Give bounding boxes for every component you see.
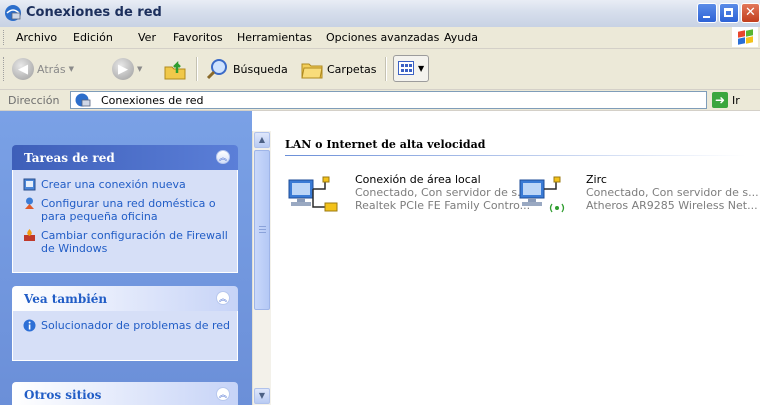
connection-device: Realtek PCIe FE Family Contro...: [355, 199, 531, 212]
forward-dropdown-icon[interactable]: ▼: [137, 65, 142, 73]
collapse-chevron-icon[interactable]: ︽: [216, 150, 230, 164]
maximize-button[interactable]: [719, 3, 739, 23]
connection-item[interactable]: Conexión de área local Conectado, Con se…: [285, 172, 530, 220]
group-divider: [285, 155, 745, 156]
scroll-down-icon[interactable]: ▼: [254, 388, 270, 404]
connection-item[interactable]: Zirc Conectado, Con servidor de s... Ath…: [516, 172, 759, 220]
go-button[interactable]: Ir: [732, 94, 740, 107]
other-places-panel: Otros sitios ︽: [12, 382, 238, 405]
menu-ayuda[interactable]: Ayuda: [444, 31, 478, 44]
new-connection-icon: [23, 178, 36, 191]
group-header: LAN o Internet de alta velocidad: [285, 138, 486, 151]
wireless-connection-icon: [519, 176, 565, 213]
task-create-connection[interactable]: Crear una conexión nueva: [23, 178, 231, 191]
menu-opciones-avanzadas[interactable]: Opciones avanzadas: [326, 31, 439, 44]
folders-label: Carpetas: [327, 62, 377, 76]
connection-name: Conexión de área local: [355, 173, 481, 186]
see-also-title: Vea también: [24, 292, 108, 306]
collapse-chevron-icon[interactable]: ︽: [216, 387, 230, 401]
see-also-header[interactable]: Vea también ︽: [12, 286, 238, 311]
menu-bar: Archivo Edición Ver Favoritos Herramient…: [0, 27, 760, 49]
network-connections-icon: [75, 93, 91, 107]
other-places-header[interactable]: Otros sitios ︽: [12, 382, 238, 405]
other-places-title: Otros sitios: [24, 388, 102, 402]
menu-edicion[interactable]: Edición: [73, 31, 113, 44]
address-bar: Dirección Conexiones de red ▼ ➜ Ir: [0, 90, 760, 111]
minimize-icon: [703, 16, 710, 18]
up-folder-button[interactable]: [163, 56, 187, 82]
up-folder-icon: [164, 60, 186, 80]
task-firewall-settings-label: Cambiar configuración de Firewall de Win…: [41, 229, 228, 255]
network-tasks-title: Tareas de red: [24, 151, 115, 165]
toolbar: ◀ Atrás ▼ ▶ ▼ Búsqueda Carpetas ▼: [0, 49, 760, 90]
connection-status: Conectado, Con servidor de s...: [586, 186, 759, 199]
go-arrow-icon[interactable]: ➜: [712, 92, 728, 108]
windows-logo-icon: [732, 27, 758, 47]
network-tasks-body: Crear una conexión nueva Configurar una …: [12, 170, 238, 273]
task-firewall-settings[interactable]: Cambiar configuración de Firewall de Win…: [23, 229, 231, 255]
network-tasks-header[interactable]: Tareas de red ︽: [12, 145, 238, 170]
menu-herramientas[interactable]: Herramientas: [237, 31, 312, 44]
maximize-icon: [724, 8, 733, 17]
folders-button[interactable]: Carpetas: [300, 56, 376, 82]
task-troubleshooter-label: Solucionador de problemas de red: [41, 319, 231, 332]
address-value: Conexiones de red: [101, 94, 204, 107]
search-icon: [206, 59, 227, 80]
views-button[interactable]: ▼: [393, 55, 429, 82]
task-setup-home-network[interactable]: Configurar una red doméstica o para pequ…: [23, 197, 231, 223]
connection-device: Atheros AR9285 Wireless Net...: [586, 199, 758, 212]
connection-status: Conectado, Con servidor de s...: [355, 186, 528, 199]
collapse-chevron-icon[interactable]: ︽: [216, 291, 230, 305]
menu-archivo[interactable]: Archivo: [16, 31, 57, 44]
forward-arrow-icon: ▶: [112, 58, 134, 80]
folders-icon: [301, 63, 323, 79]
scroll-thumb[interactable]: [254, 150, 270, 310]
back-dropdown-icon[interactable]: ▼: [69, 65, 74, 73]
back-arrow-icon: ◀: [12, 58, 34, 80]
info-icon: [23, 319, 36, 332]
toolbar-grip[interactable]: [3, 57, 6, 81]
back-label: Atrás: [37, 62, 66, 76]
connections-view: LAN o Internet de alta velocidad Conexió…: [271, 131, 760, 405]
window-title: Conexiones de red: [26, 5, 162, 20]
network-tasks-panel: Tareas de red ︽ Crear una conexión nueva: [12, 145, 238, 273]
toolbar-separator: [196, 57, 198, 81]
task-create-connection-label: Crear una conexión nueva: [41, 178, 186, 191]
task-pane: Tareas de red ︽ Crear una conexión nueva: [0, 111, 252, 405]
task-pane-scrollbar[interactable]: ▲ ▼: [252, 131, 271, 405]
views-icon: [398, 61, 414, 75]
close-icon: ✕: [745, 5, 756, 20]
home-network-icon: [25, 197, 34, 209]
menu-favoritos[interactable]: Favoritos: [173, 31, 223, 44]
title-bar[interactable]: Conexiones de red ✕: [0, 0, 760, 28]
close-button[interactable]: ✕: [741, 3, 760, 23]
see-also-panel: Vea también ︽ Solucionador de problemas …: [12, 286, 238, 361]
task-troubleshooter[interactable]: Solucionador de problemas de red: [23, 319, 231, 332]
firewall-icon: [24, 229, 35, 241]
explorer-window: Conexiones de red ✕ Archivo Edición Ver …: [0, 0, 760, 405]
scroll-up-icon[interactable]: ▲: [254, 132, 270, 148]
connection-name: Zirc: [586, 173, 607, 186]
search-label: Búsqueda: [233, 62, 288, 76]
wired-connection-icon: [288, 176, 338, 212]
address-label: Dirección: [8, 94, 60, 107]
task-setup-home-network-label: Configurar una red doméstica o para pequ…: [41, 197, 216, 223]
see-also-body: Solucionador de problemas de red: [12, 311, 238, 361]
menu-ver[interactable]: Ver: [138, 31, 156, 44]
minimize-button[interactable]: [697, 3, 717, 23]
address-input[interactable]: Conexiones de red ▼: [70, 91, 707, 109]
views-dropdown-icon: ▼: [418, 64, 425, 73]
back-button[interactable]: ◀ Atrás ▼: [12, 56, 74, 82]
network-connections-icon: [5, 5, 21, 21]
search-button[interactable]: Búsqueda: [206, 56, 288, 82]
toolbar-separator: [385, 57, 387, 81]
forward-button[interactable]: ▶ ▼: [112, 56, 142, 82]
menu-grip[interactable]: [3, 30, 6, 45]
